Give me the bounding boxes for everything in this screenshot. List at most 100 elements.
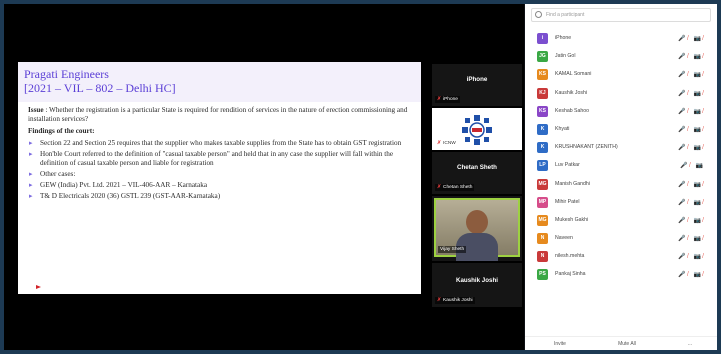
video-tile-chetan-sheth[interactable]: Chetan Sheth ✗ Chetan Sheth [432, 152, 522, 194]
participant-row[interactable]: LP Luv Patkar 🎤̸ 📷 [529, 157, 715, 175]
mic-muted-icon: ✗ [437, 298, 442, 303]
shared-screen-area: Pragati Engineers [2021 – VIL – 802 – De… [4, 4, 524, 350]
tile-display-name: Kaushik Joshi [456, 277, 498, 284]
slide-title: Pragati Engineers [2021 – VIL – 802 – De… [24, 67, 176, 95]
participant-name: Manish Gandhi [555, 180, 590, 187]
participant-name: iPhone [555, 35, 572, 41]
speaker-video-feed: Vijay Sheth [434, 198, 520, 261]
slide-title-line1: Pragati Engineers [24, 67, 109, 81]
mic-camera-status-icon: 🎤̸ 📷̸ [678, 217, 705, 224]
video-tile-iphone[interactable]: iPhone ✗ iPhone [432, 64, 522, 106]
tile-name-tag: ✗ Chetan Sheth [435, 184, 475, 191]
panel-footer: Invite Mute All ... [525, 336, 717, 350]
participant-name: nilesh.mehta [555, 253, 585, 260]
video-tile-logo[interactable]: ✗ ICNW [432, 108, 522, 150]
mic-muted-icon: ✗ [437, 141, 442, 146]
video-tile-active-speaker[interactable]: Vijay Sheth [432, 196, 522, 261]
avatar: K [537, 142, 548, 154]
participant-row[interactable]: i iPhone 🎤̸ 📷̸ [529, 30, 715, 48]
slide-bullet: Section 22 and Section 25 requires that … [28, 139, 413, 148]
avatar: MP [537, 196, 548, 208]
slide-bullet: T& D Electricals 2020 (36) GSTL 239 (GST… [28, 192, 413, 201]
video-tile-kaushik-joshi[interactable]: Kaushik Joshi ✗ Kaushik Joshi [432, 263, 522, 307]
mic-camera-status-icon: 🎤̸ 📷̸ [678, 54, 705, 61]
mic-camera-status-icon: 🎤̸ 📷̸ [678, 199, 705, 206]
mic-camera-status-icon: 🎤̸ 📷̸ [678, 72, 705, 79]
mic-camera-status-icon: 🎤̸ 📷̸ [678, 145, 705, 152]
mute-all-button[interactable]: Mute All [597, 339, 657, 349]
participant-row[interactable]: Nnilesh.mehta 🎤̸ 📷̸ [529, 248, 715, 266]
avatar: LP [537, 160, 548, 172]
more-options-button[interactable]: ... [675, 339, 705, 349]
tile-name-tag: Vijay Sheth [438, 246, 467, 253]
invite-button[interactable]: Invite [535, 339, 585, 349]
mic-muted-icon: ✗ [437, 97, 442, 102]
participant-row[interactable]: MP Mihir Patel 🎤̸ 📷̸ [529, 194, 715, 212]
slide-bullet: Other cases: [28, 170, 413, 179]
participant-row[interactable]: PS Pankaj Sinha 🎤̸ 📷̸ [529, 266, 715, 284]
participant-name: Keshab Sahoo [555, 107, 590, 114]
slide-bullet: GEW (India) Pvt. Ltd. 2021 – VIL-406-AAR… [28, 181, 413, 190]
mic-camera-status-icon: 🎤̸ 📷̸ [678, 90, 705, 97]
mic-camera-status-icon: 🎤̸ 📷̸ [678, 126, 705, 133]
avatar: i [537, 33, 548, 44]
participant-name: Mihir Patel [555, 198, 580, 205]
participant-name: Khyati [555, 125, 570, 132]
mic-camera-status-icon: 🎤̸ 📷̸ [678, 108, 705, 115]
mic-camera-status-icon: 🎤̸ 📷̸ [678, 181, 705, 188]
tile-display-name: Chetan Sheth [457, 164, 497, 171]
participant-name: KAMAL Somani [555, 71, 592, 78]
issue-label: Issue [28, 106, 44, 114]
participant-name: Pankaj Sinha [555, 271, 586, 278]
slide-body: Issue : Whether the registration is a pa… [28, 106, 413, 203]
avatar: N [537, 233, 548, 245]
participant-name: Naveen [555, 235, 573, 242]
participant-row[interactable]: KS Keshab Sahoo 🎤̸ 📷̸ [529, 103, 715, 121]
avatar: KS [537, 105, 548, 117]
participant-name: Kaushik Joshi [555, 89, 588, 96]
participant-row[interactable]: JG Jatin Gol 🎤̸ 📷̸ [529, 48, 715, 66]
participant-name: Jatin Gol [555, 53, 576, 60]
participant-name: KRUSHNAKANT (ZENITH) [555, 144, 618, 151]
speaker-head [466, 210, 488, 234]
avatar: PS [537, 269, 548, 281]
participant-row[interactable]: K KRUSHNAKANT (ZENITH) 🎤̸ 📷̸ [529, 139, 715, 157]
participant-name: Luv Patkar [555, 162, 580, 169]
search-icon [535, 11, 542, 18]
participant-row[interactable]: MG Mukesh Gakhi 🎤̸ 📷̸ [529, 212, 715, 230]
avatar: N [537, 251, 548, 263]
slide-pointer-icon [36, 285, 41, 289]
tile-name-tag: ✗ ICNW [437, 141, 456, 146]
avatar: KS [537, 69, 548, 81]
avatar: JG [537, 51, 548, 63]
avatar: KJ [537, 87, 548, 99]
shared-slide: Pragati Engineers [2021 – VIL – 802 – De… [18, 62, 421, 294]
mic-camera-status-icon: 🎤̸ 📷̸ [678, 272, 705, 279]
search-placeholder: Find a participant [546, 12, 585, 18]
mic-camera-status-icon: 🎤̸ 📷̸ [678, 236, 705, 243]
slide-title-line2: [2021 – VIL – 802 – Delhi HC] [24, 81, 176, 95]
participant-row[interactable]: KJ Kaushik Joshi 🎤̸ 📷̸ [529, 85, 715, 103]
issue-paragraph: Issue : Whether the registration is a pa… [28, 106, 413, 124]
avatar: MG [537, 178, 548, 190]
participants-panel: Find a participant i iPhone 🎤̸ 📷̸ JG Jatin G… [525, 4, 717, 350]
tile-display-name: iPhone [466, 76, 488, 83]
issue-text: : Whether the registration is a particul… [28, 106, 408, 123]
search-input[interactable]: Find a participant [531, 8, 711, 22]
participant-row[interactable]: K Khyati 🎤̸ 📷̸ [529, 121, 715, 139]
mic-camera-status-icon: 🎤̸ 📷̸ [678, 254, 705, 261]
mic-muted-icon: ✗ [437, 185, 442, 190]
participant-name: Mukesh Gakhi [555, 216, 589, 223]
mic-camera-status-icon: 🎤̸ 📷̸ [678, 36, 705, 42]
organization-logo-icon [462, 115, 492, 145]
findings-heading: Findings of the court: [28, 127, 95, 135]
participant-row[interactable]: KS KAMAL Somani 🎤̸ 📷̸ [529, 66, 715, 84]
slide-bullet: Hon'ble Court referred to the definition… [28, 150, 413, 168]
tile-name-tag: ✗ Kaushik Joshi [435, 297, 475, 304]
participant-row[interactable]: MG Manish Gandhi 🎤̸ 📷̸ [529, 176, 715, 194]
avatar: MG [537, 214, 548, 226]
participant-list: i iPhone 🎤̸ 📷̸ JG Jatin Gol 🎤̸ 📷̸ KS KAMAL Soma… [529, 30, 715, 285]
participant-row[interactable]: N Naveen 🎤̸ 📷̸ [529, 230, 715, 248]
tile-name-tag: ✗ iPhone [435, 96, 460, 103]
mic-camera-status-icon: 🎤̸ 📷 [680, 163, 705, 170]
